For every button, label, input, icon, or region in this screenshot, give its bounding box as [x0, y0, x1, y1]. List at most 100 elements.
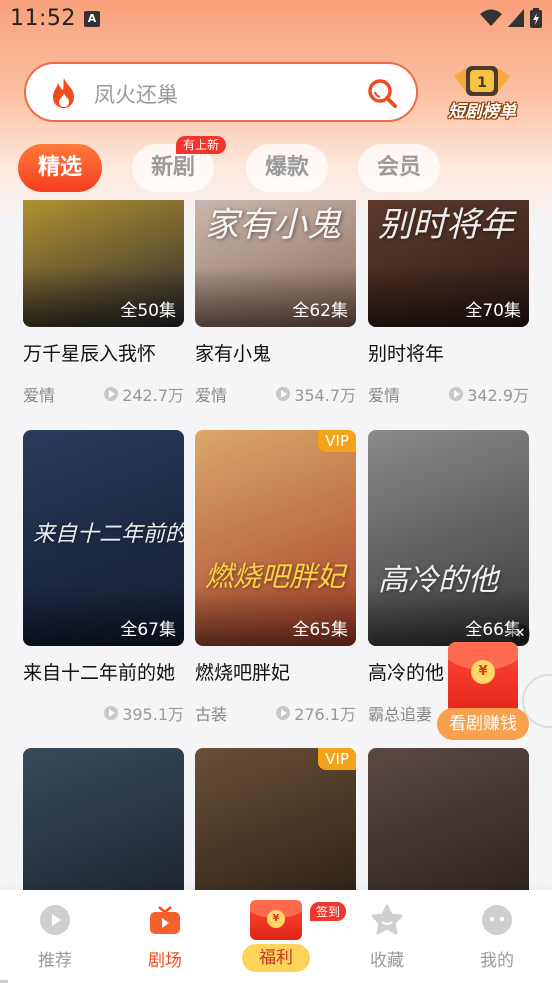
red-envelope-icon: ¥ [250, 900, 302, 940]
tv-icon [150, 906, 180, 934]
signal-icon [508, 9, 524, 27]
drama-meta: 爱情 342.9万 [368, 382, 529, 406]
coin-icon: ¥ [471, 660, 495, 684]
poster-title-art: 高冷的他 [378, 563, 498, 599]
drama-title[interactable]: 万千星辰入我怀 [23, 339, 184, 366]
episode-count: 全70集 [465, 301, 521, 321]
nav-favorites[interactable]: 收藏 [342, 904, 432, 971]
watch-earn-label[interactable]: 看剧赚钱 [437, 708, 529, 740]
battery-icon [530, 8, 542, 28]
genre-tag: 爱情 [23, 386, 56, 405]
poster-image[interactable] [368, 748, 529, 890]
drama-meta: 爱情 242.7万 [23, 382, 184, 406]
drama-card[interactable] [23, 748, 184, 890]
poster-image[interactable]: VIP [195, 748, 356, 890]
search-input[interactable]: 凤火还巢 [94, 79, 178, 109]
nav-welfare[interactable]: ¥ 福利 [240, 900, 312, 972]
tab-label: 精选 [37, 155, 82, 180]
tab-new[interactable]: 新剧 有上新 [132, 136, 226, 192]
category-tabs: 精选 新剧 有上新 爆款 会员 [0, 136, 552, 194]
poster-title-art: 燃烧吧胖妃 [205, 560, 346, 594]
poster-image[interactable]: 别时将年 全70集 [368, 200, 529, 327]
drama-card[interactable]: VIP [195, 748, 356, 890]
drama-grid: 全50集 万千星辰入我怀 爱情 242.7万 家有小鬼 全62集 家有小鬼 爱情… [0, 200, 552, 890]
episode-count: 全65集 [292, 620, 348, 640]
rank-list-label: 短剧榜单 [448, 102, 516, 122]
drama-card[interactable]: 别时将年 全70集 别时将年 爱情 342.9万 [368, 200, 529, 406]
star-icon [371, 904, 403, 935]
view-count: 354.7万 [276, 382, 356, 406]
search-bar[interactable]: 凤火还巢 [24, 62, 418, 122]
vip-badge: VIP [318, 748, 356, 770]
nav-label: 剧场 [148, 951, 182, 971]
nav-recommend[interactable]: 推荐 [10, 904, 100, 971]
drama-card[interactable]: 全50集 万千星辰入我怀 爱情 242.7万 [23, 200, 184, 406]
nav-label: 推荐 [38, 951, 72, 971]
rank-list-button[interactable]: 1 短剧榜单 [436, 62, 528, 124]
tab-label: 会员 [376, 155, 421, 180]
drama-card[interactable] [368, 748, 529, 890]
watch-earn-widget[interactable]: ✕ ¥ 看剧赚钱 [437, 624, 536, 742]
drama-card[interactable]: 来自十二年前的她 全67集 来自十二年前的她 395.1万 [23, 430, 184, 725]
drama-title[interactable]: 燃烧吧胖妃 [195, 658, 356, 685]
genre-tag: 古装 [195, 705, 228, 724]
play-icon [104, 706, 119, 720]
vip-badge: VIP [318, 430, 356, 452]
poster-image[interactable]: 全50集 [23, 200, 184, 327]
play-icon [276, 706, 291, 720]
drama-card[interactable]: 家有小鬼 全62集 家有小鬼 爱情 354.7万 [195, 200, 356, 406]
smiley-icon [482, 905, 512, 935]
play-icon [104, 387, 119, 401]
drama-meta: 爱情 354.7万 [195, 382, 356, 406]
episode-count: 全50集 [120, 301, 176, 321]
status-time: 11:52 [10, 6, 76, 31]
drama-title[interactable]: 来自十二年前的她 [23, 658, 184, 685]
status-icons [480, 8, 542, 28]
poster-image[interactable]: 来自十二年前的她 全67集 [23, 430, 184, 646]
drama-title[interactable]: 家有小鬼 [195, 339, 356, 366]
poster-image[interactable]: 燃烧吧胖妃 VIP 全65集 [195, 430, 356, 646]
tab-vip[interactable]: 会员 [358, 144, 440, 192]
view-count: 395.1万 [104, 701, 184, 725]
new-update-badge: 有上新 [175, 136, 226, 154]
poster-image[interactable] [23, 748, 184, 890]
nav-mine[interactable]: 我的 [452, 904, 542, 971]
poster-title-art: 家有小鬼 [205, 205, 341, 246]
view-count: 342.9万 [449, 382, 529, 406]
coin-icon: ¥ [267, 910, 285, 928]
poster-title-art: 来自十二年前的她 [33, 522, 184, 548]
episode-count: 全67集 [120, 620, 176, 640]
poster-image[interactable]: 高冷的他 全66集 [368, 430, 529, 646]
red-envelope-icon: ¥ [448, 642, 518, 714]
svg-text:1: 1 [477, 75, 487, 91]
notification-app-icon: A [84, 11, 100, 27]
view-count: 276.1万 [276, 701, 356, 725]
play-icon [276, 387, 291, 401]
poster-image[interactable]: 家有小鬼 全62集 [195, 200, 356, 327]
view-count: 242.7万 [104, 382, 184, 406]
drama-title[interactable]: 别时将年 [368, 339, 529, 366]
drama-meta: 395.1万 [23, 701, 184, 725]
play-icon [449, 387, 464, 401]
tab-label: 新剧 [150, 155, 195, 180]
poster-title-art: 别时将年 [378, 205, 514, 246]
fire-icon [53, 78, 74, 108]
drama-card[interactable]: 燃烧吧胖妃 VIP 全65集 燃烧吧胖妃 古装 276.1万 [195, 430, 356, 725]
poster-art [368, 748, 529, 890]
nav-label: 我的 [480, 951, 514, 971]
nav-label: 福利 [242, 944, 310, 972]
nav-theater[interactable]: 剧场 [120, 904, 210, 971]
checkin-badge: 签到 [310, 902, 347, 921]
genre-tag: 爱情 [368, 386, 401, 405]
episode-count: 全62集 [292, 301, 348, 321]
play-circle-icon [40, 905, 70, 935]
poster-art [23, 748, 184, 890]
search-icon[interactable] [366, 77, 398, 109]
nav-label: 收藏 [370, 951, 404, 971]
tab-hot[interactable]: 爆款 [246, 144, 328, 192]
close-icon[interactable]: ✕ [510, 624, 530, 644]
drama-meta: 古装 276.1万 [195, 701, 356, 725]
genre-tag: 霸总追妻 [368, 705, 433, 724]
status-bar: 11:52 A [0, 0, 552, 40]
tab-featured[interactable]: 精选 [18, 144, 102, 192]
